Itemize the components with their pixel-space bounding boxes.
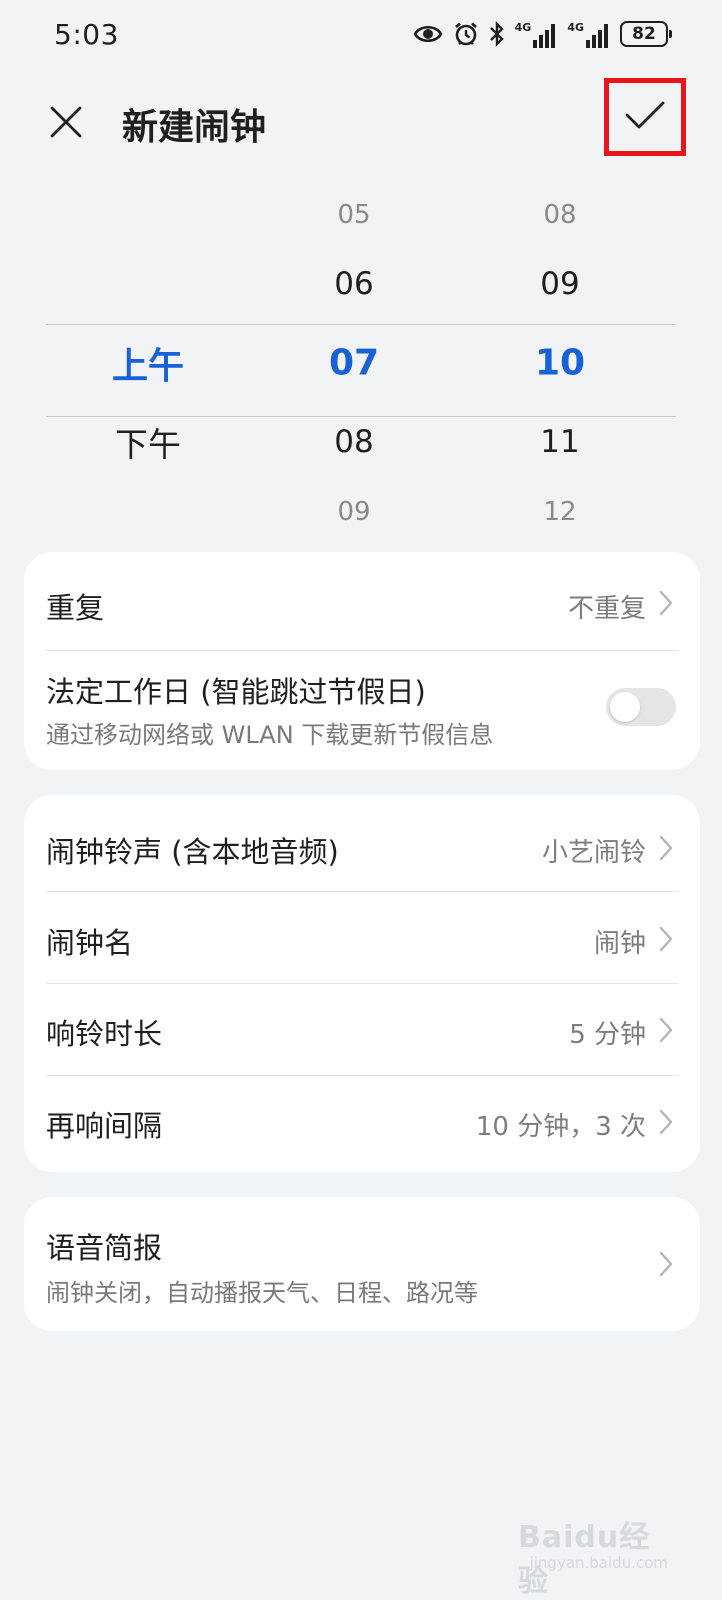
alarm-name-label: 闹钟名 xyxy=(46,926,134,960)
baidu-watermark: Baidu经验 jingyan.baidu.com xyxy=(518,1512,668,1599)
workday-description: 通过移动网络或 WLAN 下载更新节假信息 xyxy=(46,721,494,749)
ring-duration-row[interactable]: 响铃时长 5 分钟 xyxy=(46,984,678,1075)
page-title: 新建闹钟 xyxy=(122,107,267,148)
repeat-settings-card: 重复 不重复 法定工作日 (智能跳过节假日) 通过移动网络或 WLAN 下载更新… xyxy=(24,552,700,770)
briefing-card: 语音简报 闹钟关闭，自动播报天气、日程、路况等 xyxy=(24,1197,700,1331)
eye-icon xyxy=(413,23,443,45)
close-button[interactable] xyxy=(44,102,88,146)
chevron-right-icon xyxy=(659,1109,673,1135)
chevron-right-icon xyxy=(659,1017,673,1043)
minute-option[interactable]: 12 xyxy=(460,497,660,527)
header: 新建闹钟 xyxy=(0,72,722,172)
minute-wheel[interactable]: 08 09 10 11 12 xyxy=(460,180,660,550)
ringtone-row[interactable]: 闹钟铃声 (含本地音频) 小艺闹铃 xyxy=(46,795,678,891)
hour-option[interactable]: 05 xyxy=(254,200,454,230)
watermark-url: jingyan.baidu.com xyxy=(529,1554,668,1572)
alarm-options-card: 闹钟铃声 (含本地音频) 小艺闹铃 闹钟名 闹钟 响铃时长 5 分钟 再响间隔 … xyxy=(24,795,700,1172)
check-icon xyxy=(625,100,665,134)
alarm-name-value: 闹钟 xyxy=(593,929,646,959)
status-time: 5:03 xyxy=(54,18,119,51)
alarm-icon xyxy=(453,21,479,47)
time-picker[interactable]: 上午 下午 05 06 07 08 09 08 09 10 11 12 xyxy=(0,180,722,550)
minute-option[interactable]: 11 xyxy=(460,424,660,460)
chevron-right-icon xyxy=(659,1251,673,1277)
battery-icon: 82 xyxy=(620,21,672,47)
alarm-name-row[interactable]: 闹钟名 闹钟 xyxy=(46,892,678,983)
workday-row: 法定工作日 (智能跳过节假日) 通过移动网络或 WLAN 下载更新节假信息 xyxy=(46,651,678,770)
chevron-right-icon xyxy=(659,590,673,616)
workday-toggle[interactable] xyxy=(606,688,676,726)
hour-option[interactable]: 06 xyxy=(254,266,454,302)
ring-duration-label: 响铃时长 xyxy=(46,1017,163,1051)
chevron-right-icon xyxy=(659,926,673,952)
minute-selected[interactable]: 10 xyxy=(460,343,660,384)
snooze-label: 再响间隔 xyxy=(46,1109,163,1143)
ringtone-value: 小艺闹铃 xyxy=(541,838,646,868)
hour-option[interactable]: 08 xyxy=(254,424,454,460)
close-icon xyxy=(49,105,83,143)
snooze-value: 10 分钟，3 次 xyxy=(475,1112,646,1142)
ampm-selected[interactable]: 上午 xyxy=(48,337,248,389)
chevron-right-icon xyxy=(659,835,673,861)
minute-option[interactable]: 09 xyxy=(460,266,660,302)
workday-label: 法定工作日 (智能跳过节假日) xyxy=(46,675,426,709)
voice-briefing-description: 闹钟关闭，自动播报天气、日程、路况等 xyxy=(46,1279,478,1307)
voice-briefing-label: 语音简报 xyxy=(46,1231,163,1265)
signal-icon: 4G xyxy=(515,20,558,48)
status-icons: 4G 4G 82 xyxy=(413,20,672,48)
signal-icon: 4G xyxy=(567,20,610,48)
hour-option[interactable]: 09 xyxy=(254,497,454,527)
ring-duration-value: 5 分钟 xyxy=(569,1020,646,1050)
ampm-wheel[interactable]: 上午 下午 xyxy=(48,180,248,550)
ringtone-label: 闹钟铃声 (含本地音频) xyxy=(46,835,339,869)
status-bar: 5:03 4G 4G 82 xyxy=(0,0,722,72)
toggle-knob xyxy=(610,692,640,722)
confirm-button[interactable] xyxy=(604,78,686,156)
snooze-row[interactable]: 再响间隔 10 分钟，3 次 xyxy=(46,1076,678,1172)
repeat-label: 重复 xyxy=(46,591,105,625)
hour-wheel[interactable]: 05 06 07 08 09 xyxy=(254,180,454,550)
repeat-row[interactable]: 重复 不重复 xyxy=(46,552,678,650)
battery-level: 82 xyxy=(632,24,656,44)
repeat-value: 不重复 xyxy=(567,594,646,624)
minute-option[interactable]: 08 xyxy=(460,200,660,230)
bluetooth-icon xyxy=(489,21,505,47)
hour-selected[interactable]: 07 xyxy=(254,343,454,384)
voice-briefing-row[interactable]: 语音简报 闹钟关闭，自动播报天气、日程、路况等 xyxy=(46,1197,678,1331)
ampm-option[interactable]: 下午 xyxy=(48,418,248,466)
